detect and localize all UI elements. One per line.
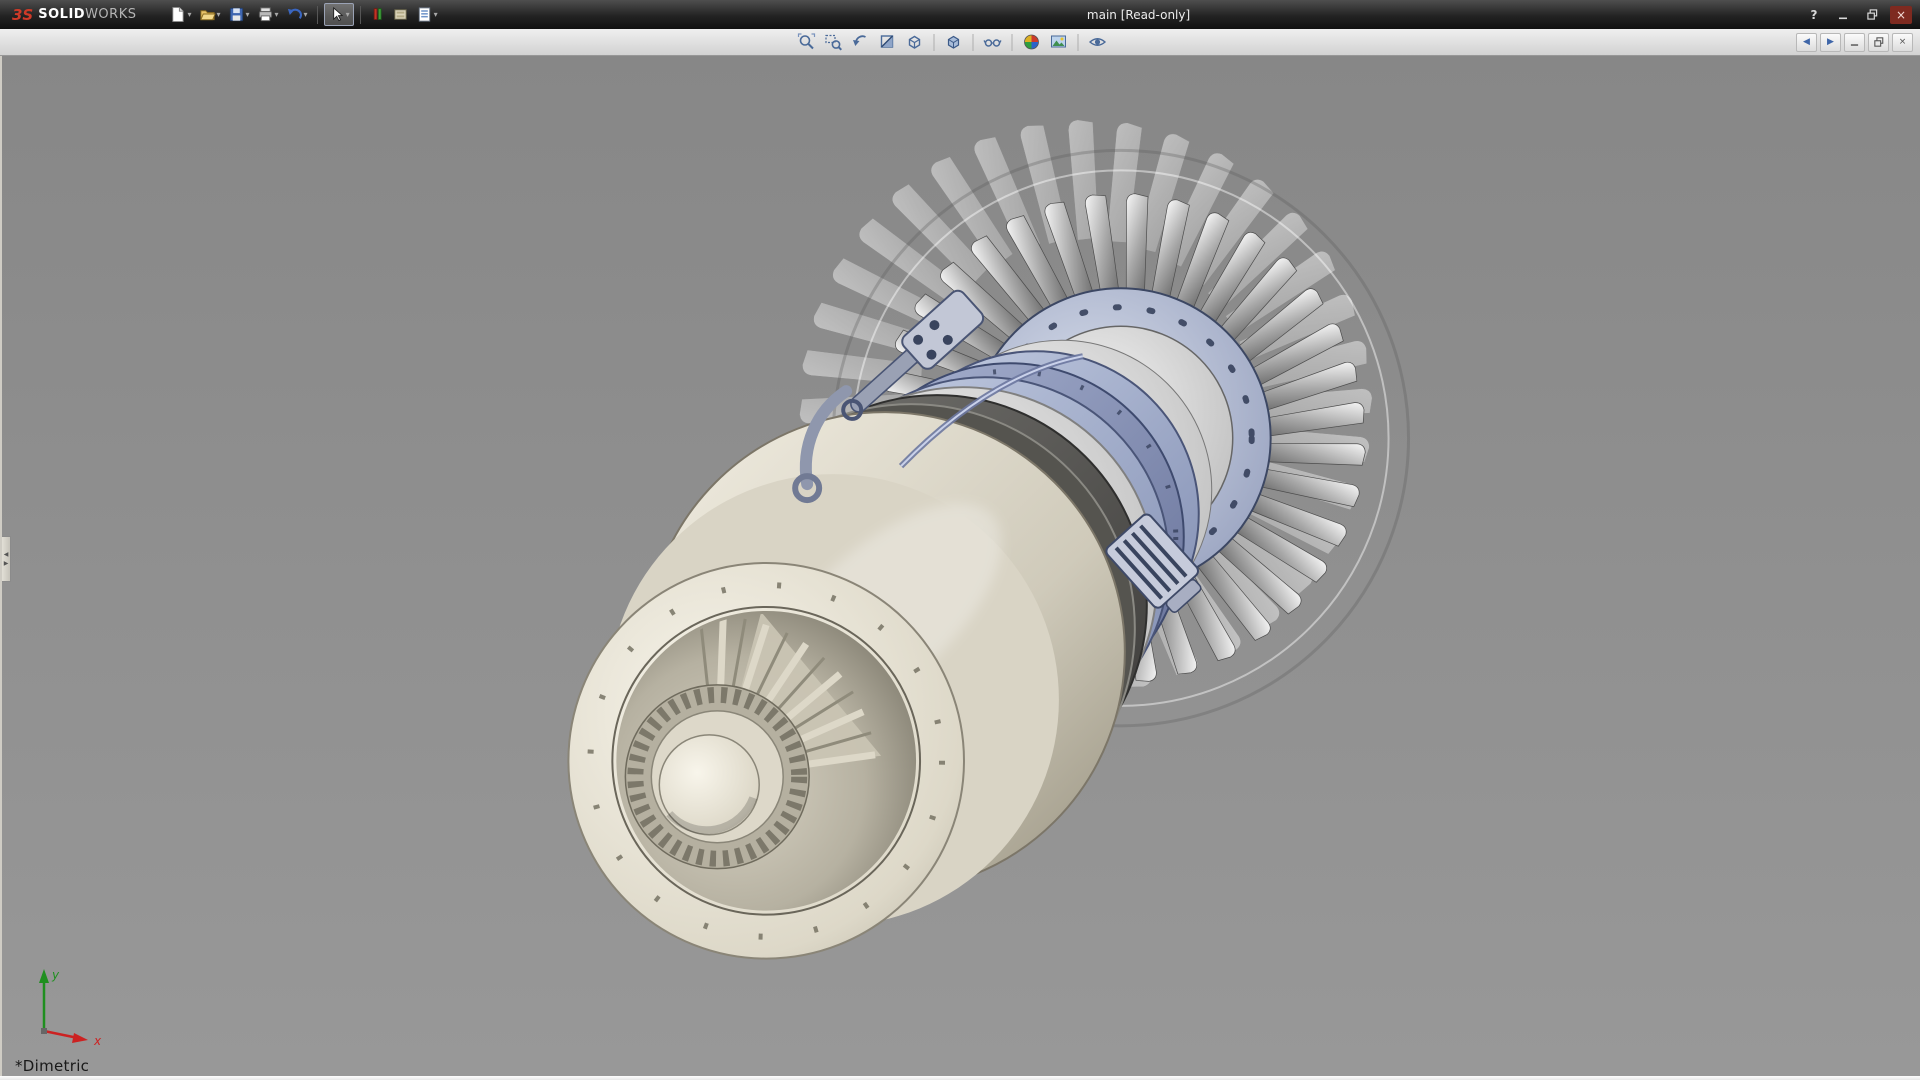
view-settings-button[interactable] [1086, 31, 1110, 54]
zoom-to-area-icon [825, 33, 843, 51]
hide-show-items-icon [984, 33, 1002, 51]
previous-view-button[interactable] [849, 31, 873, 54]
open-icon [199, 6, 216, 23]
options-sheet-button[interactable]: ▾ [413, 3, 441, 26]
toolbar-separator [360, 6, 361, 24]
close-button[interactable]: × [1890, 6, 1912, 24]
hud-separator [1078, 34, 1079, 51]
properties-box-icon [392, 6, 409, 23]
display-style-button[interactable] [942, 31, 966, 54]
new-document-button[interactable]: ▾ [166, 3, 194, 26]
triad-x-label: x [93, 1034, 102, 1048]
view-orientation-button[interactable] [903, 31, 927, 54]
triad-y-arrow [39, 969, 49, 983]
print-button[interactable]: ▾ [254, 3, 282, 26]
spline-gear-hub [625, 685, 809, 869]
apply-scene-icon [1050, 33, 1068, 51]
previous-view-icon [852, 33, 870, 51]
print-icon [257, 6, 274, 23]
splitter-arrow-right-icon: ▶ [4, 560, 9, 567]
section-view-button[interactable] [876, 31, 900, 54]
print-dropdown[interactable]: ▾ [275, 11, 279, 19]
select-tool-button[interactable]: ▾ [324, 3, 354, 26]
undo-dropdown[interactable]: ▾ [304, 11, 308, 19]
properties-button[interactable] [389, 3, 412, 26]
hud-separator [934, 34, 935, 51]
select-dropdown[interactable]: ▾ [346, 11, 350, 19]
selection-filter-icon [370, 6, 385, 23]
options-dropdown[interactable]: ▾ [434, 11, 438, 19]
hud-separator [1012, 34, 1013, 51]
restore-button[interactable] [1861, 6, 1883, 24]
toolbar-separator [317, 6, 318, 24]
display-style-icon [945, 33, 963, 51]
view-orientation-icon [906, 33, 924, 51]
pane-right-button[interactable]: ▶ [1820, 33, 1841, 52]
options-sheet-icon [416, 6, 433, 23]
zoom-to-fit-button[interactable] [795, 31, 819, 54]
heads-up-view-toolbar [795, 31, 1110, 54]
solidworks-logo-icon: 3S [12, 6, 33, 24]
undo-button[interactable]: ▾ [283, 3, 311, 26]
undo-icon [286, 6, 303, 23]
apply-scene-button[interactable] [1047, 31, 1071, 54]
new-document-icon [169, 6, 186, 23]
status-bar-sliver [0, 1076, 1920, 1080]
triad-y-label: y [51, 968, 60, 982]
zoom-to-area-button[interactable] [822, 31, 846, 54]
view-settings-icon [1089, 33, 1107, 51]
save-dropdown[interactable]: ▾ [246, 11, 250, 19]
edit-appearance-button[interactable] [1020, 31, 1044, 54]
splitter-arrow-left-icon: ◀ [4, 551, 9, 558]
save-icon [228, 6, 245, 23]
doc-restore-button[interactable] [1868, 33, 1889, 52]
zoom-to-fit-icon [798, 33, 816, 51]
doc-close-button[interactable]: × [1892, 33, 1913, 52]
solidworks-logo: 3S SOLIDWORKS [0, 0, 148, 29]
help-button[interactable]: ? [1803, 6, 1825, 24]
minimize-icon [1838, 10, 1848, 20]
document-window-controls: ◀ ▶ × [1796, 33, 1920, 52]
title-bar: 3S SOLIDWORKS ▾ ▾ ▾ [0, 0, 1920, 29]
view-orientation-label: *Dimetric [15, 1057, 89, 1075]
doc-minimize-button[interactable] [1844, 33, 1865, 52]
app-name: SOLIDWORKS [38, 7, 136, 22]
save-button[interactable]: ▾ [225, 3, 253, 26]
graphics-viewport[interactable]: ◀ ▶ y x *Dimetric [0, 56, 1920, 1076]
new-document-dropdown[interactable]: ▾ [187, 11, 191, 19]
open-button[interactable]: ▾ [196, 3, 224, 26]
open-dropdown[interactable]: ▾ [217, 11, 221, 19]
pane-left-button[interactable]: ◀ [1796, 33, 1817, 52]
minimize-button[interactable] [1832, 6, 1854, 24]
reference-triad: y x [14, 959, 114, 1054]
selection-filter-button[interactable] [367, 3, 388, 26]
main-toolbar: ▾ ▾ ▾ ▾ [166, 0, 440, 29]
doc-restore-icon [1874, 37, 1884, 47]
turbine-engine-model[interactable] [2, 56, 1920, 1076]
view-toolbar-row: ◀ ▶ × [0, 29, 1920, 56]
restore-icon [1867, 9, 1878, 20]
doc-minimize-icon [1850, 38, 1859, 47]
window-controls: ? × [1803, 6, 1920, 24]
feature-manager-splitter-tab[interactable]: ◀ ▶ [2, 536, 11, 582]
hide-show-items-button[interactable] [981, 31, 1005, 54]
triad-x-arrow [72, 1033, 88, 1043]
edit-appearance-icon [1023, 33, 1041, 51]
section-view-icon [879, 33, 897, 51]
hud-separator [973, 34, 974, 51]
select-cursor-icon [328, 6, 345, 23]
document-title: main [Read-only] [1087, 8, 1190, 22]
